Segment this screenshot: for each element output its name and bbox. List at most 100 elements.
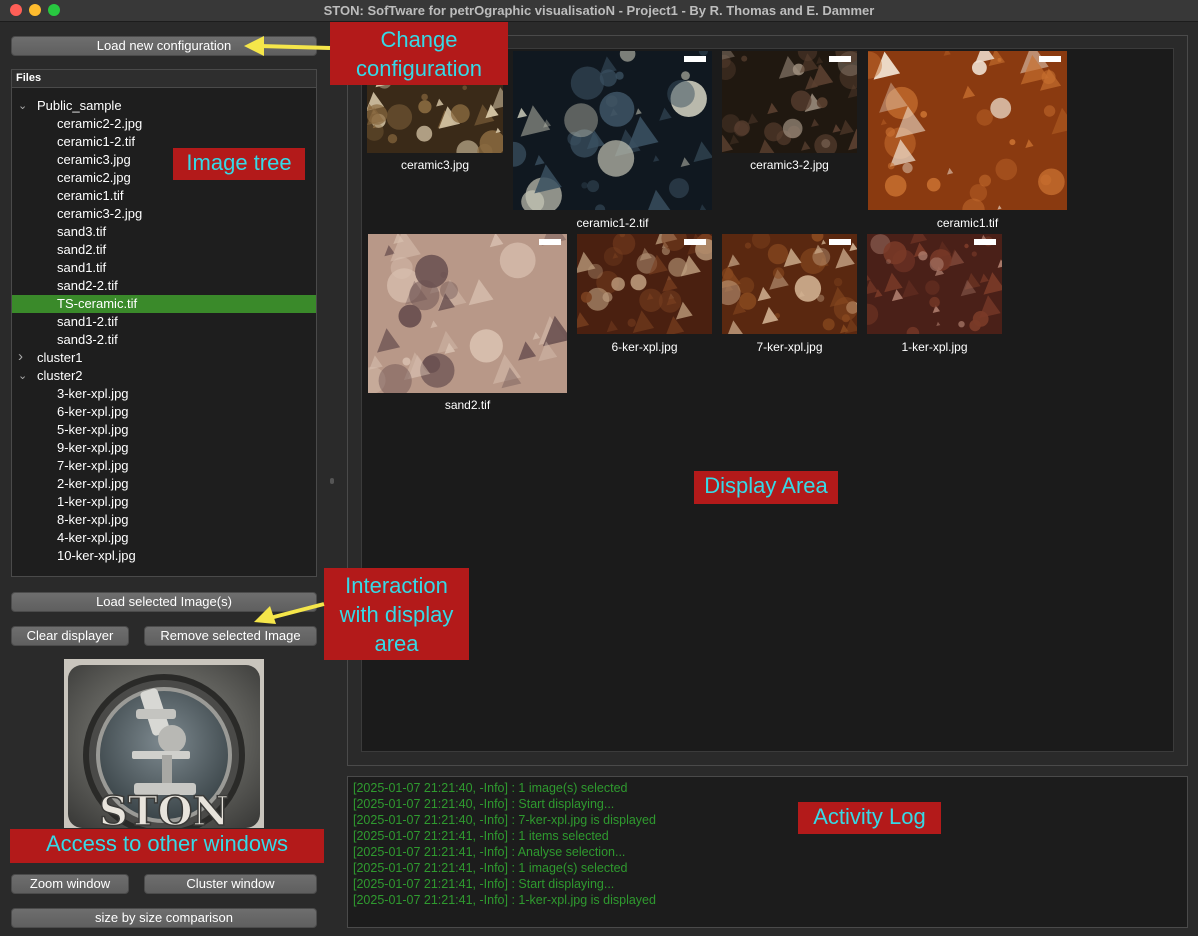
thumbnail-label: sand2.tif [444,398,491,412]
chevron-right-icon[interactable]: › [18,348,23,366]
thumbnail-label: 6-ker-xpl.jpg [611,340,678,354]
log-line: [2025-01-07 21:21:41, -Info] : 1 image(s… [353,861,628,875]
tree-label: sand2.tif [57,242,107,257]
tree-label: cluster2 [37,368,83,383]
tree-item[interactable]: 10-ker-xpl.jpg [12,547,316,565]
tree-label: sand3-2.tif [57,332,118,347]
logo-text: STON [99,788,229,828]
annotation-other-windows: Access to other windows [10,829,324,863]
tree-label: 3-ker-xpl.jpg [57,386,129,401]
tree-label: 7-ker-xpl.jpg [57,458,129,473]
tree-item[interactable]: sand2.tif [12,241,316,259]
tree-item[interactable]: sand2-2.tif [12,277,316,295]
arrow-interaction-icon [254,602,325,624]
tree-item[interactable]: 9-ker-xpl.jpg [12,439,316,457]
annotation-interaction: Interaction with display area [324,568,469,660]
log-line: [2025-01-07 21:21:41, -Info] : Start dis… [353,877,615,891]
tree-item[interactable]: sand1-2.tif [12,313,316,331]
tree-item[interactable]: 7-ker-xpl.jpg [12,457,316,475]
tree-item[interactable]: sand3-2.tif [12,331,316,349]
log-line: [2025-01-07 21:21:41, -Info] : 1 items s… [353,829,609,843]
thumbnail-label: ceramic3.jpg [400,158,470,172]
thumbnail-label: ceramic1-2.tif [576,216,649,230]
tree-folder[interactable]: ⌄ Public_sample [12,97,316,115]
clear-displayer-button[interactable]: Clear displayer [11,626,129,646]
thumbnail-image[interactable] [867,234,1002,334]
arrow-change-config-icon [244,36,331,56]
tree-label: ceramic1.tif [57,188,124,203]
tree-label: ceramic1-2.tif [57,134,136,149]
tree-item[interactable]: ceramic3-2.jpg [12,205,316,223]
close-window-button[interactable] [10,4,22,16]
annotation-image-tree: Image tree [173,148,305,180]
tree-item[interactable]: TS-ceramic.tif [12,295,316,313]
thumbnail-image[interactable] [577,234,712,334]
chevron-down-icon[interactable]: ⌄ [18,97,27,115]
window-title: STON: SofTware for petrOgraphic visualis… [323,3,875,18]
image-tree[interactable]: Files ⌄ Public_sample ceramic2-2.jpg cerami… [11,69,317,577]
tree-label: 6-ker-xpl.jpg [57,404,129,419]
thumbnail-image[interactable] [722,51,857,153]
tree-item[interactable]: ceramic1.tif [12,187,316,205]
tree-item[interactable]: sand3.tif [12,223,316,241]
activity-log[interactable]: [2025-01-07 21:21:40, -Info] : 1 image(s… [347,776,1188,928]
tree-label: sand1.tif [57,260,107,275]
annotation-activity-log: Activity Log [798,802,941,834]
annotation-interaction-text: Interaction with display area [339,573,454,656]
tree-item[interactable]: 8-ker-xpl.jpg [12,511,316,529]
tree-label: 10-ker-xpl.jpg [57,548,136,563]
log-line: [2025-01-07 21:21:40, -Info] : 1 image(s… [353,781,628,795]
tree-folder[interactable]: ⌄ cluster2 [12,367,316,385]
tree-label: 8-ker-xpl.jpg [57,512,129,527]
minimize-window-button[interactable] [29,4,41,16]
tree-item[interactable]: ceramic2-2.jpg [12,115,316,133]
tree-label: TS-ceramic.tif [57,296,138,311]
tree-label: sand1-2.tif [57,314,118,329]
tree-item[interactable]: 5-ker-xpl.jpg [12,421,316,439]
tree-label: 1-ker-xpl.jpg [57,494,129,509]
thumbnail-image[interactable] [513,51,712,210]
tree-item[interactable]: 4-ker-xpl.jpg [12,529,316,547]
tree-label: 9-ker-xpl.jpg [57,440,129,455]
tree-label: ceramic3-2.jpg [57,206,143,221]
tree-item[interactable]: sand1.tif [12,259,316,277]
tree-label: ceramic2-2.jpg [57,116,143,131]
tree-folder[interactable]: › cluster1 [12,348,316,367]
tree-label: ceramic3.jpg [57,152,131,167]
thumbnail-label: ceramic3-2.jpg [750,158,829,172]
thumbnail-label: ceramic1.tif [936,216,999,230]
log-line: [2025-01-07 21:21:41, -Info] : Analyse s… [353,845,626,859]
title-bar: STON: SofTware for petrOgraphic visualis… [0,0,1198,22]
thumbnail-image[interactable] [722,234,857,334]
thumbnail-label: 7-ker-xpl.jpg [756,340,823,354]
thumbnail-image[interactable] [868,51,1067,210]
ston-logo: STON [64,659,264,828]
cluster-window-button[interactable]: Cluster window [144,874,317,894]
annotation-change-config-text: Change configuration [356,27,482,81]
annotation-display-area: Display Area [694,471,838,504]
tree-item[interactable]: 6-ker-xpl.jpg [12,403,316,421]
tree-label: cluster1 [37,350,83,365]
tree-item[interactable]: 3-ker-xpl.jpg [12,385,316,403]
log-line: [2025-01-07 21:21:40, -Info] : Start dis… [353,797,615,811]
maximize-window-button[interactable] [48,4,60,16]
tree-label: 4-ker-xpl.jpg [57,530,129,545]
zoom-window-button[interactable]: Zoom window [11,874,129,894]
tree-label: ceramic2.jpg [57,170,131,185]
tree-label: sand3.tif [57,224,107,239]
tree-header: Files [12,70,316,88]
tree-item[interactable]: 1-ker-xpl.jpg [12,493,316,511]
app-window: STON: SofTware for petrOgraphic visualis… [0,0,1198,936]
chevron-down-icon[interactable]: ⌄ [18,367,27,385]
panel-splitter[interactable] [330,478,334,484]
tree-label: 5-ker-xpl.jpg [57,422,129,437]
size-comparison-button[interactable]: size by size comparison [11,908,317,928]
tree-label: 2-ker-xpl.jpg [57,476,129,491]
remove-selected-image-button[interactable]: Remove selected Image [144,626,317,646]
tree-label: Public_sample [37,98,122,113]
tree-label: sand2-2.tif [57,278,118,293]
thumbnail-label: 1-ker-xpl.jpg [901,340,968,354]
annotation-change-config: Change configuration [330,22,508,85]
tree-item[interactable]: 2-ker-xpl.jpg [12,475,316,493]
thumbnail-image[interactable] [368,234,567,393]
